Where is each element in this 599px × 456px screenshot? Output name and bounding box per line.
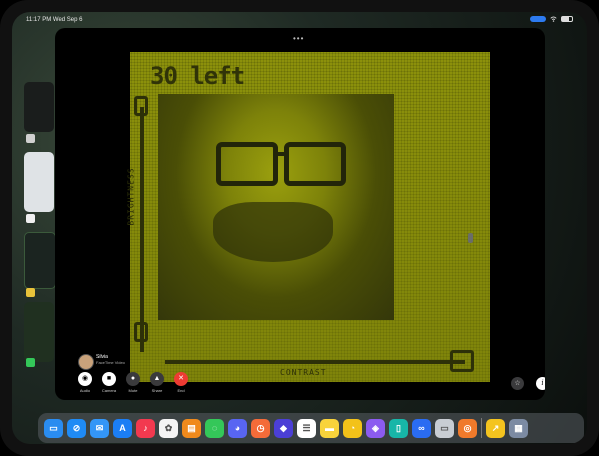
microphone-icon[interactable]: ● — [126, 372, 140, 386]
avatar — [78, 354, 94, 370]
star-icon[interactable]: ☆ — [511, 377, 524, 390]
dock-app-screen-time[interactable]: ◷ — [251, 418, 270, 438]
dock-app-discord[interactable]: ◕ — [228, 418, 247, 438]
dock-app-mail[interactable]: ✉ — [90, 418, 109, 438]
ipad-screen: 11:17 PM Wed Sep 6 ••• 30 left BRIGHTNES… — [12, 12, 587, 444]
dock-app-display[interactable]: ▭ — [435, 418, 454, 438]
dock-app-music[interactable]: ♪ — [136, 418, 155, 438]
share-icon[interactable]: ▲ — [150, 372, 164, 386]
recent-app-card-4[interactable] — [24, 302, 54, 362]
recent-app-card-3[interactable] — [24, 232, 56, 289]
contrast-label: CONTRAST — [280, 368, 327, 377]
info-icon[interactable]: i — [536, 377, 545, 390]
face-shading — [213, 202, 333, 262]
dock-app-messages[interactable]: ◌ — [205, 418, 224, 438]
share-label: Share — [151, 388, 163, 393]
end-label: End — [177, 388, 185, 393]
call-type: FaceTime Video — [96, 360, 125, 365]
brightness-min-icon[interactable] — [134, 322, 148, 342]
mute-label: Mute — [128, 388, 138, 393]
battery-icon — [561, 16, 573, 22]
screen-share-pill[interactable] — [530, 16, 546, 22]
close-icon[interactable]: ✕ — [174, 372, 188, 386]
dock-app-safari[interactable]: ⊘ — [67, 418, 86, 438]
status-icons — [530, 16, 573, 22]
stage-manager-strip — [12, 62, 57, 372]
dock-app-app-store[interactable]: A — [113, 418, 132, 438]
side-handle[interactable] — [468, 233, 473, 243]
dock-app-shortcuts[interactable]: ◆ — [274, 418, 293, 438]
gameboy-viewfinder: 30 left BRIGHTNESS CONTRAST — [126, 52, 490, 382]
contrast-max-icon[interactable] — [450, 350, 474, 372]
dock-app-mastodon[interactable]: ◈ — [366, 418, 385, 438]
status-time: 11:17 PM Wed Sep 6 — [26, 17, 83, 23]
recent-app-card-2[interactable] — [24, 152, 54, 212]
ipad-frame: 11:17 PM Wed Sep 6 ••• 30 left BRIGHTNES… — [0, 0, 599, 456]
facetime-icon[interactable] — [26, 358, 35, 367]
dock-app-clock[interactable]: ◔ — [343, 418, 362, 438]
shots-left-counter: 30 left — [150, 62, 245, 90]
dock-app-app-library[interactable]: ▦ — [509, 418, 528, 438]
dock-app-airdrop[interactable]: ◎ — [458, 418, 477, 438]
facetime-call-panel: Silvia FaceTime Video ◉ Audio ■ Camera ●… — [74, 348, 204, 394]
wifi-icon — [550, 16, 557, 22]
dock-app-books[interactable]: ▤ — [182, 418, 201, 438]
brightness-slider-track[interactable] — [140, 107, 144, 352]
video-camera-icon[interactable]: ■ — [102, 372, 116, 386]
person-audio-icon[interactable]: ◉ — [78, 372, 92, 386]
status-bar: 11:17 PM Wed Sep 6 — [12, 12, 587, 28]
dock-app-notes[interactable]: ▬ — [320, 418, 339, 438]
brightness-label: BRIGHTNESS — [126, 167, 136, 226]
camera-label: Camera — [101, 388, 117, 393]
dock-app-reminders[interactable]: ☰ — [297, 418, 316, 438]
glasses-shape — [216, 142, 346, 186]
pencil-app-icon[interactable] — [26, 288, 35, 297]
camera-app-window: ••• 30 left BRIGHTNESS CONTRAST Silvia F… — [55, 28, 545, 400]
dock-app-files[interactable]: ▭ — [44, 418, 63, 438]
dock-app-links[interactable]: ∞ — [412, 418, 431, 438]
camera-preview — [158, 94, 394, 320]
dock-divider — [481, 418, 482, 438]
safari-app-icon[interactable] — [26, 214, 35, 223]
dock-app-photos[interactable]: ✿ — [159, 418, 178, 438]
dock-app-screenshots[interactable]: ↗ — [486, 418, 505, 438]
camera-icon[interactable] — [26, 134, 35, 143]
audio-label: Audio — [79, 388, 91, 393]
dock: ▭ ⊘ ✉ A ♪ ✿ ▤ ◌ ◕ ◷ ◆ ☰ ▬ ◔ ◈ ▯ ∞ ▭ ◎ ↗ ▦ — [38, 413, 584, 443]
window-grabber-icon[interactable]: ••• — [293, 35, 304, 43]
dock-app-frame[interactable]: ▯ — [389, 418, 408, 438]
recent-app-card-1[interactable] — [24, 82, 54, 132]
contrast-slider-track[interactable] — [165, 360, 465, 364]
